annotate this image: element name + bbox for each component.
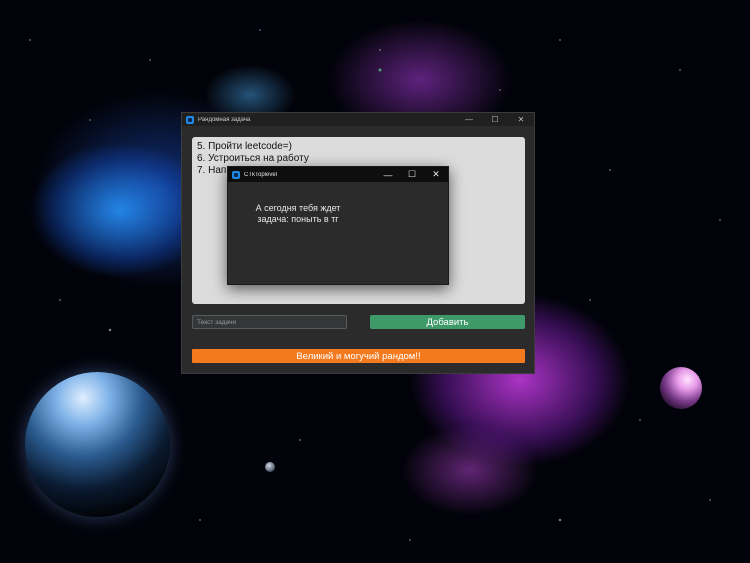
popup-window: CTkToplevel — ☐ ✕ А сегодня тебя ждет за… xyxy=(227,166,449,285)
wallpaper-pink-planet xyxy=(660,367,702,409)
desktop: Рандомная задача — ☐ ✕ 5. Пройти leetcod… xyxy=(0,0,750,563)
random-task-button[interactable]: Великий и могучий рандом!! xyxy=(192,349,525,363)
wallpaper-planet xyxy=(25,372,170,517)
task-text-input[interactable] xyxy=(192,315,347,329)
popup-titlebar[interactable]: CTkToplevel — ☐ ✕ xyxy=(228,167,448,182)
close-icon[interactable]: ✕ xyxy=(508,113,534,126)
popup-window-title: CTkToplevel xyxy=(244,171,278,178)
app-icon xyxy=(186,115,194,124)
popup-message-line: задача: поныть в тг xyxy=(257,214,339,224)
task-line: 6. Устроиться на работу xyxy=(197,153,309,164)
popup-message: А сегодня тебя ждет задача: поныть в тг xyxy=(248,203,348,225)
wallpaper-moon xyxy=(265,462,275,472)
popup-maximize-icon[interactable]: ☐ xyxy=(400,167,424,182)
add-task-button[interactable]: Добавить xyxy=(370,315,525,329)
popup-app-icon xyxy=(232,170,240,179)
popup-message-line: А сегодня тебя ждет xyxy=(255,203,341,213)
minimize-icon[interactable]: — xyxy=(456,113,482,126)
maximize-icon[interactable]: ☐ xyxy=(482,113,508,126)
popup-close-icon[interactable]: ✕ xyxy=(424,167,448,182)
main-titlebar[interactable]: Рандомная задача — ☐ ✕ xyxy=(182,113,534,126)
task-line: 5. Пройти leetcode=) xyxy=(197,141,292,152)
popup-minimize-icon[interactable]: — xyxy=(376,167,400,182)
main-window-title: Рандомная задача xyxy=(198,116,251,123)
